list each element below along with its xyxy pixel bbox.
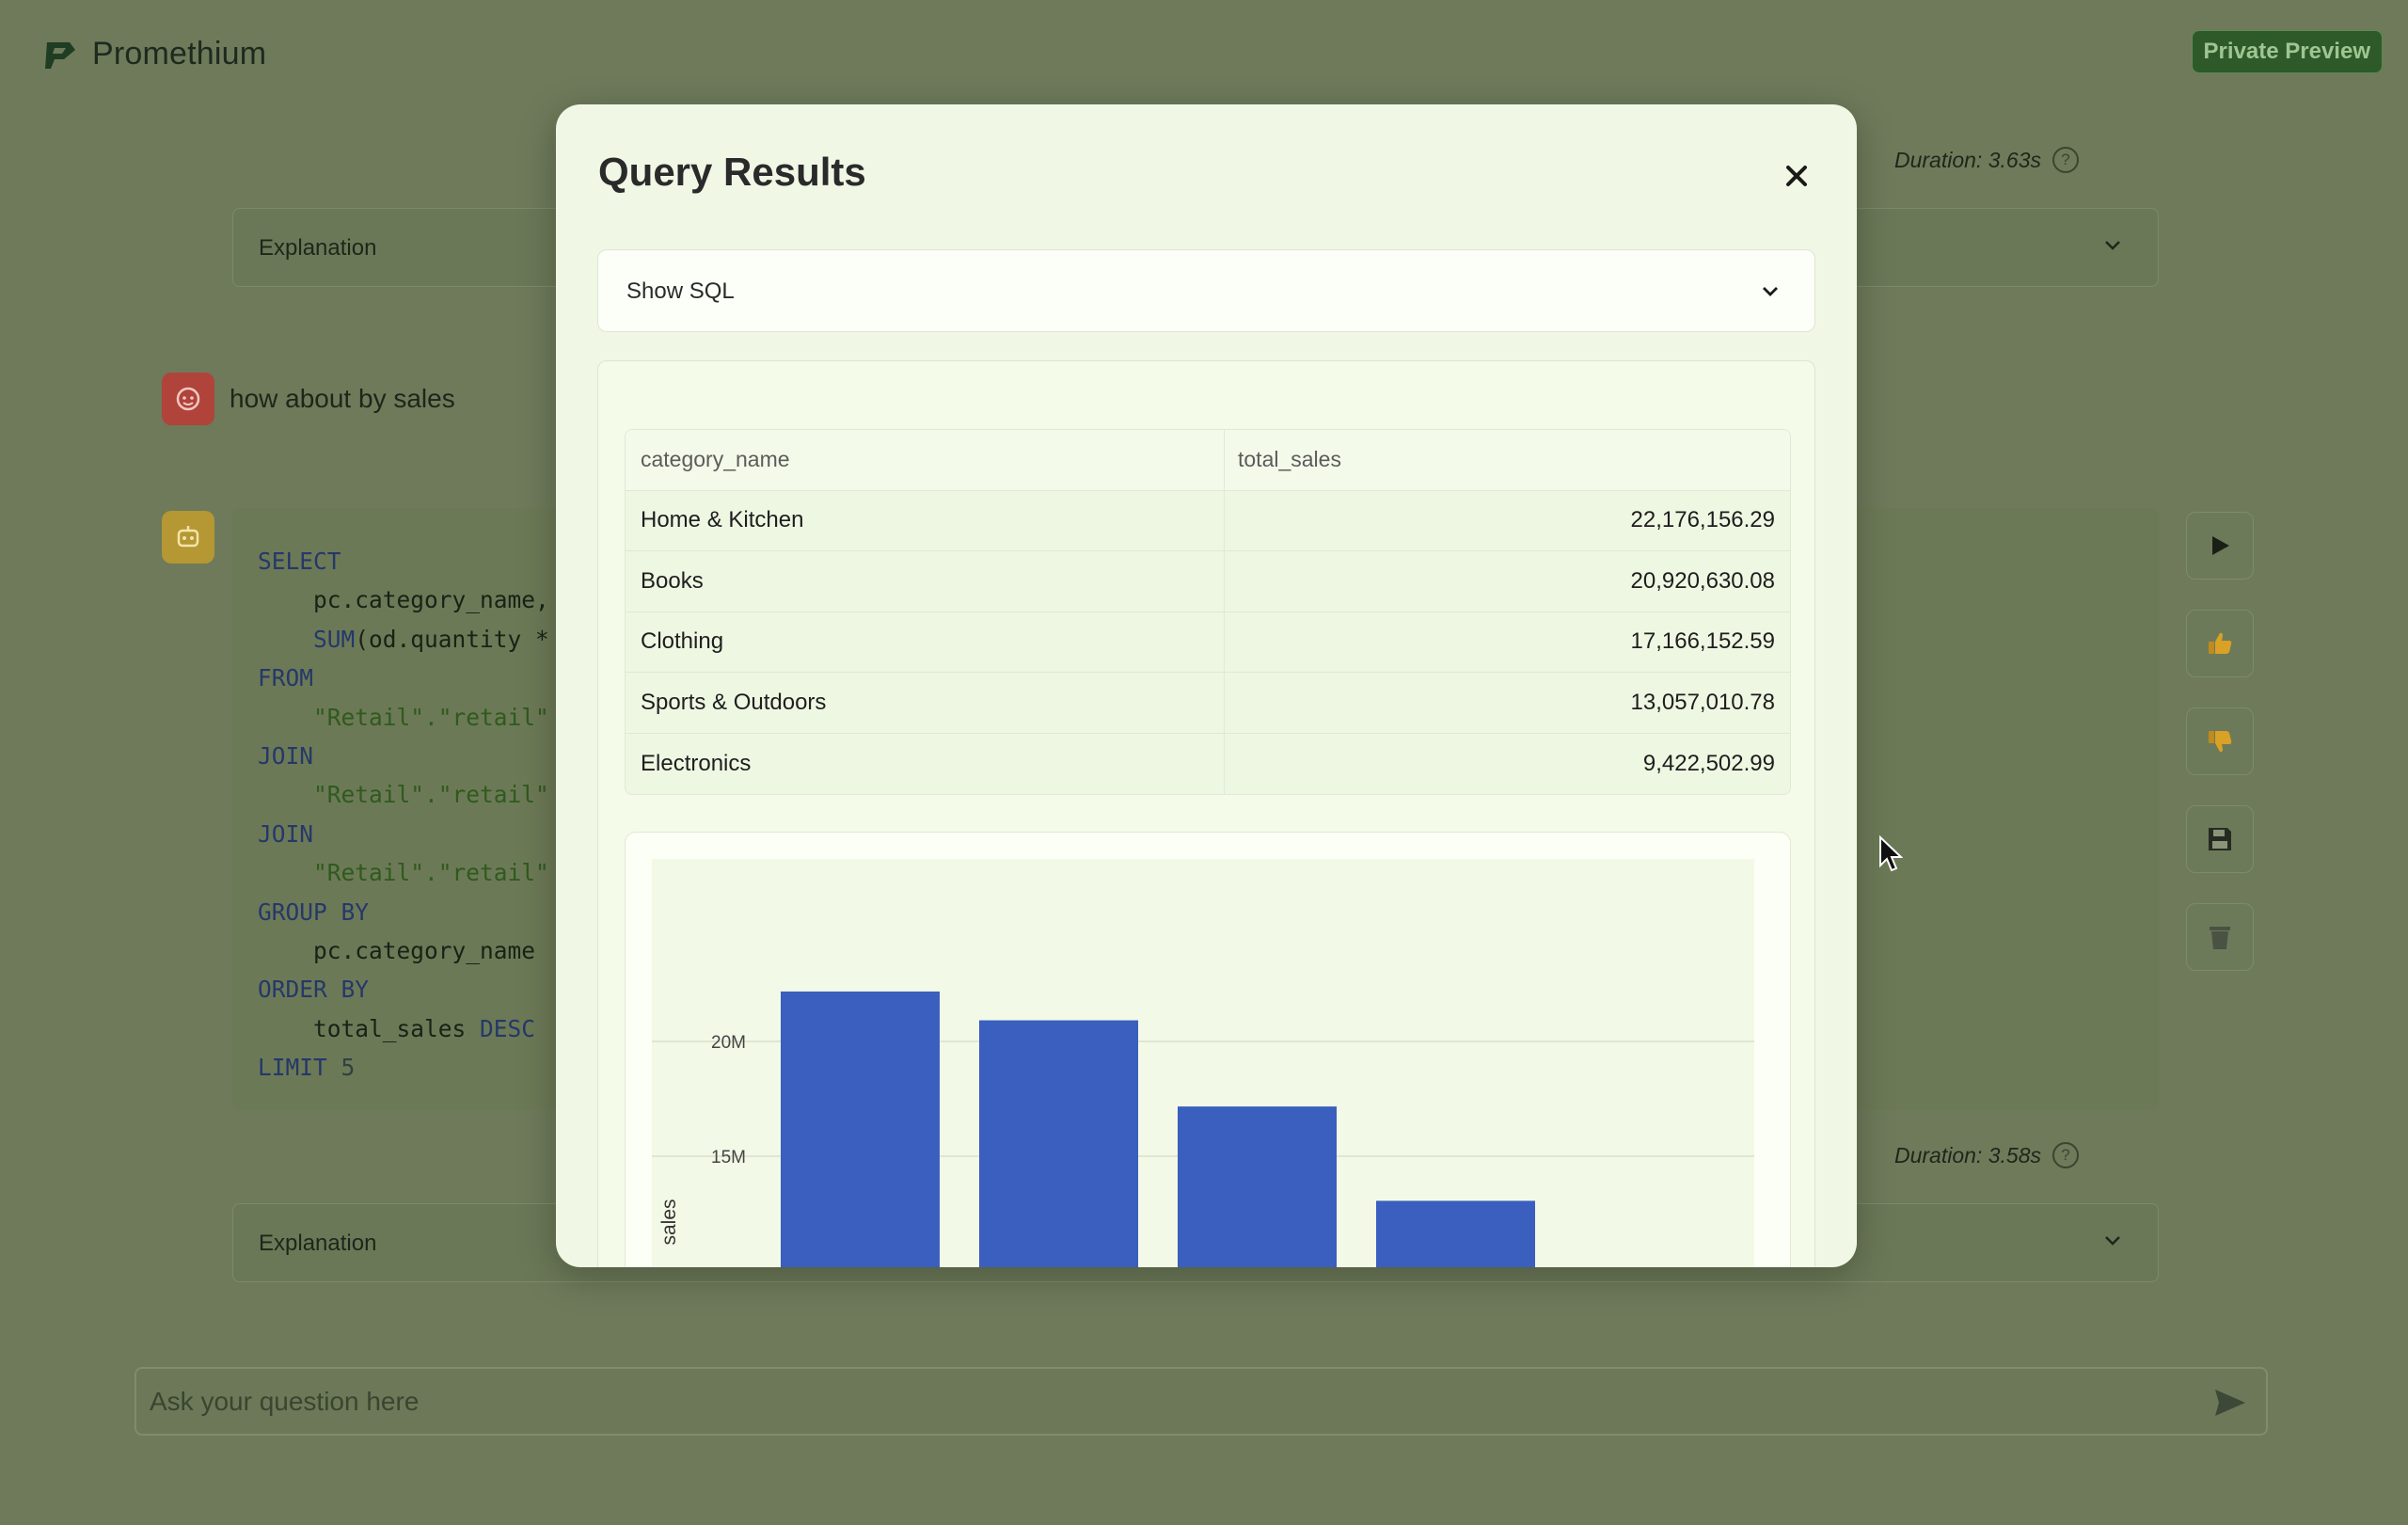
table-row: Sports & Outdoors 13,057,010.78 [626, 673, 1790, 734]
user-avatar [162, 373, 214, 425]
bar-clothing [1178, 1106, 1337, 1267]
sql-line: pc.category_name [258, 937, 536, 965]
category-cell: Books [626, 551, 1225, 612]
total-sales-cell: 9,422,502.99 [1642, 750, 1775, 776]
floppy-disk-icon [2209, 828, 2231, 850]
sql-line: "Retail"."retail" [313, 703, 549, 731]
question-input[interactable] [150, 1369, 2200, 1434]
thumbs-down-icon [2209, 731, 2232, 753]
column-header[interactable]: category_name [626, 430, 1225, 490]
chevron-down-icon [2105, 1236, 2120, 1246]
duration-text: Duration: 3.63s [1894, 147, 2041, 172]
total-sales-cell: 20,920,630.08 [1630, 567, 1775, 594]
sql-line: LIMIT 5 [258, 1054, 356, 1082]
explanation-label: Explanation [259, 235, 377, 261]
delete-button[interactable] [2186, 903, 2254, 971]
response-toolbar [2186, 512, 2254, 971]
sql-line: pc.category_name, [258, 586, 549, 614]
thumbs-up-button[interactable] [2186, 610, 2254, 677]
brand[interactable]: Promethium [43, 36, 266, 72]
mouse-cursor-icon [1879, 835, 1903, 872]
user-message-text: how about by sales [230, 384, 455, 413]
promethium-logo-icon [45, 41, 75, 69]
chart-canvas: 15M 20M sales [652, 859, 1754, 1267]
user-message: how about by sales [162, 373, 455, 425]
query-results-modal: Query Results Show SQL category_name tot… [556, 104, 1857, 1267]
play-icon [2212, 536, 2229, 555]
user-face-icon [176, 387, 200, 411]
bar-home-kitchen [781, 991, 940, 1267]
show-sql-accordion[interactable]: Show SQL [597, 249, 1815, 332]
sql-line: SUM(od.quantity * [313, 625, 549, 653]
modal-title: Query Results [598, 150, 866, 194]
thumbs-up-icon [2209, 632, 2232, 654]
run-query-button[interactable] [2186, 512, 2254, 580]
thumbs-down-button[interactable] [2186, 707, 2254, 775]
bar-books [979, 1020, 1138, 1267]
table-row: Home & Kitchen 22,176,156.29 [626, 490, 1790, 551]
results-card: category_name total_sales Home & Kitchen… [597, 360, 1815, 1267]
table-row: Clothing 17,166,152.59 [626, 612, 1790, 673]
table-row: Books 20,920,630.08 [626, 551, 1790, 612]
total-sales-cell: 13,057,010.78 [1630, 689, 1775, 715]
help-icon[interactable]: ? [2052, 1142, 2079, 1168]
y-tick-label: 20M [711, 1033, 746, 1053]
category-cell: Clothing [626, 612, 1225, 672]
category-cell: Sports & Outdoors [626, 673, 1225, 733]
sql-line: ORDER BY [258, 976, 370, 1004]
help-icon[interactable]: ? [2052, 147, 2079, 173]
duration-text: Duration: 3.58s [1894, 1142, 2041, 1168]
results-table: category_name total_sales Home & Kitchen… [625, 429, 1791, 795]
sql-line: "Retail"."retail" [313, 859, 549, 887]
sql-line: SELECT [258, 548, 341, 575]
sales-bar-chart: 15M 20M sales [625, 832, 1791, 1267]
question-input-bar [135, 1367, 2268, 1436]
close-button[interactable] [1782, 161, 1812, 191]
sql-line: FROM [258, 664, 314, 692]
sql-line: GROUP BY [258, 898, 370, 926]
show-sql-label: Show SQL [626, 278, 735, 304]
sql-line: JOIN [258, 819, 314, 848]
robot-icon [177, 526, 199, 548]
y-axis-label: sales [658, 1199, 680, 1245]
total-sales-cell: 22,176,156.29 [1630, 507, 1775, 533]
category-cell: Electronics [626, 733, 1225, 794]
category-cell: Home & Kitchen [626, 490, 1225, 550]
close-icon [1786, 166, 1807, 186]
duration-label: Duration: 3.63s ? [1894, 147, 2079, 173]
chevron-down-icon [2105, 241, 2120, 250]
trash-icon [2210, 927, 2230, 949]
sql-code-block: SELECT pc.category_name, SUM(od.quantity… [258, 542, 549, 1088]
sql-line: total_sales DESC [258, 1014, 536, 1042]
save-button[interactable] [2186, 805, 2254, 873]
send-icon[interactable] [2213, 1388, 2247, 1418]
explanation-label: Explanation [259, 1231, 377, 1256]
chevron-down-icon [1763, 287, 1778, 296]
private-preview-badge: Private Preview [2191, 30, 2383, 73]
sql-line: "Retail"."retail" [313, 781, 549, 809]
sql-line: JOIN [258, 742, 314, 770]
column-header[interactable]: total_sales [1225, 430, 1790, 490]
table-row: Electronics 9,422,502.99 [626, 733, 1790, 794]
y-tick-label: 15M [711, 1148, 746, 1168]
duration-label-2: Duration: 3.58s ? [1894, 1142, 2079, 1168]
bar-sports-outdoors [1376, 1200, 1535, 1267]
table-header-row: category_name total_sales [626, 430, 1790, 491]
brand-name: Promethium [92, 36, 267, 71]
bot-avatar [162, 511, 214, 564]
total-sales-cell: 17,166,152.59 [1630, 628, 1775, 655]
